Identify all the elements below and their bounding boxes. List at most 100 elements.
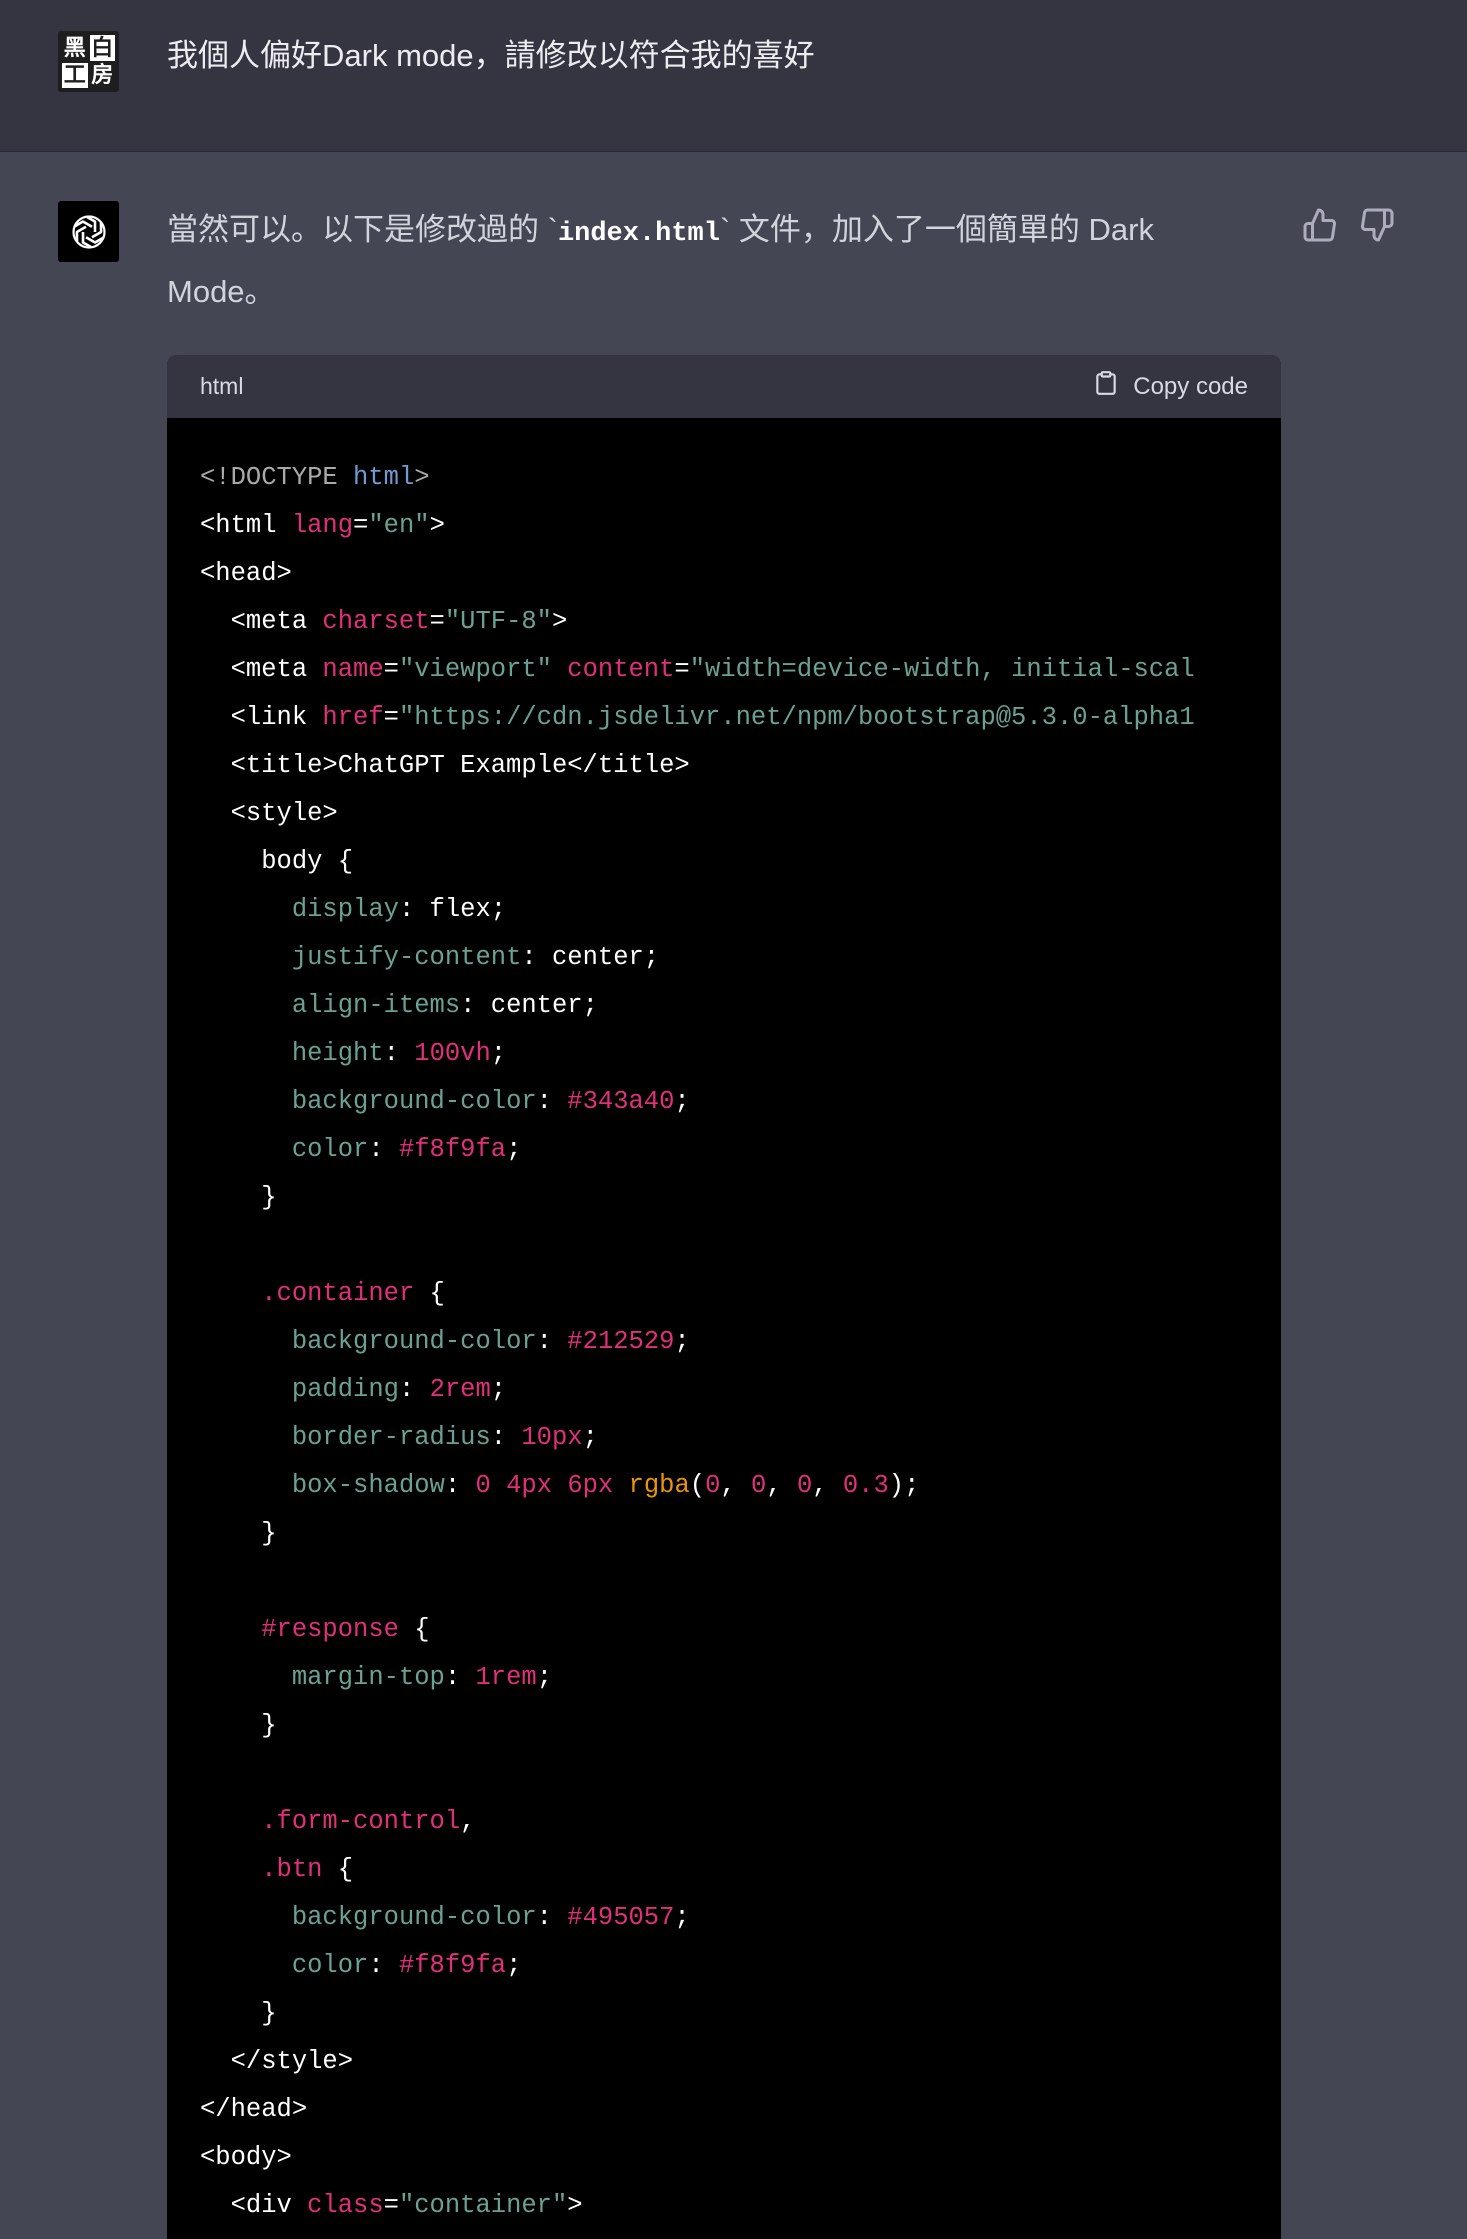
code-line: display: flex; [200, 886, 1281, 934]
code-token: content [567, 655, 675, 684]
code-line: } [200, 1510, 1281, 1558]
code-line: <html lang="en"> [200, 502, 1281, 550]
code-line: color: #f8f9fa; [200, 1126, 1281, 1174]
code-line: <div class="container"> [200, 2182, 1281, 2230]
code-token: 0.3 [842, 1471, 889, 1500]
code-token: #343a40 [567, 1087, 675, 1116]
code-token: <html [200, 511, 292, 540]
code-token: } [200, 1711, 277, 1740]
avatar-char: 工 [62, 62, 88, 89]
code-block: html Copy code <!DOCTYPE html> <html lang… [167, 355, 1281, 2239]
code-line: padding: 2rem; [200, 1366, 1281, 1414]
code-token: 100vh [414, 1039, 491, 1068]
code-token: </style> [200, 2047, 354, 2076]
code-token: <meta [200, 607, 323, 636]
code-token: = [429, 607, 445, 636]
code-token: .container [261, 1279, 415, 1308]
code-line: } [200, 1174, 1281, 1222]
code-token: <head> [200, 559, 292, 588]
code-token: ; [536, 1663, 552, 1692]
code-token: background-color [291, 1087, 537, 1116]
code-token: = [383, 655, 399, 684]
code-token: margin-top [291, 1663, 445, 1692]
code-token: 0 [475, 1471, 491, 1500]
code-token: <title>ChatGPT Example</title> [200, 751, 690, 780]
copy-code-label: Copy code [1133, 372, 1248, 400]
thumbs-down-icon[interactable] [1359, 207, 1395, 243]
code-token: "width=device-width, initial-scal [689, 655, 1195, 684]
code-token: color [291, 1951, 369, 1980]
code-token: #495057 [567, 1903, 675, 1932]
code-token: ; [506, 1951, 522, 1980]
code-line: body { [200, 838, 1281, 886]
code-token: { [398, 1615, 430, 1644]
code-line: } [200, 1702, 1281, 1750]
code-token: 1rem [475, 1663, 537, 1692]
code-token: : [444, 1663, 476, 1692]
code-line: <style> [200, 790, 1281, 838]
code-token: <link [200, 703, 323, 732]
code-token: 4px [506, 1471, 553, 1500]
assistant-message-row: 當然可以。以下是修改過的 `index.html` 文件，加入了一個簡單的 Da… [0, 152, 1467, 2239]
code-token: > [414, 463, 430, 492]
code-token: , [720, 1471, 752, 1500]
code-token: display [291, 895, 399, 924]
code-line: #response { [200, 1606, 1281, 1654]
code-token: 2rem [429, 1375, 491, 1404]
assistant-message-text: 當然可以。以下是修改過的 `index.html` 文件，加入了一個簡單的 Da… [167, 201, 1247, 321]
code-token: .btn [261, 1855, 323, 1884]
assistant-text-before: 當然可以。以下是修改過的 ` [167, 212, 558, 247]
code-token: ; [582, 1423, 598, 1452]
code-line: <title>ChatGPT Example</title> [200, 742, 1281, 790]
code-line: background-color: #343a40; [200, 1078, 1281, 1126]
code-line: margin-top: 1rem; [200, 1654, 1281, 1702]
code-token: padding [291, 1375, 399, 1404]
code-token: <div [200, 2191, 308, 2220]
code-token: 0 [796, 1471, 813, 1500]
code-token: : [368, 1951, 399, 1980]
code-token: , [460, 1807, 476, 1836]
code-line: .container { [200, 1270, 1281, 1318]
code-token: ); [888, 1471, 920, 1500]
code-token: background-color [291, 1327, 537, 1356]
code-line: .form-control, [200, 1798, 1281, 1846]
code-token: = [674, 655, 690, 684]
code-token: "UTF-8" [444, 607, 552, 636]
code-line: <!DOCTYPE html> [200, 454, 1281, 502]
code-token: body { [200, 847, 354, 876]
code-token: name [322, 655, 384, 684]
copy-code-button[interactable]: Copy code [1093, 370, 1248, 403]
code-token: = [353, 511, 369, 540]
openai-logo-icon [58, 201, 119, 262]
code-line: align-items: center; [200, 982, 1281, 1030]
code-token: > [551, 607, 568, 636]
thumbs-up-icon[interactable] [1302, 207, 1338, 243]
code-token: <!DOCTYPE [200, 463, 354, 492]
code-token: <style> [200, 799, 338, 828]
code-token: } [200, 1999, 277, 2028]
user-message-text: 我個人偏好Dark mode，請修改以符合我的喜好 [167, 38, 815, 73]
code-token: : [536, 1087, 568, 1116]
code-token: : [383, 1039, 415, 1068]
inline-code: index.html [557, 219, 720, 249]
code-token: ; [674, 1087, 690, 1116]
code-token: : [444, 1471, 476, 1500]
code-token: class [307, 2191, 384, 2220]
code-line: .btn { [200, 1846, 1281, 1894]
code-token: #f8f9fa [398, 1951, 507, 1980]
